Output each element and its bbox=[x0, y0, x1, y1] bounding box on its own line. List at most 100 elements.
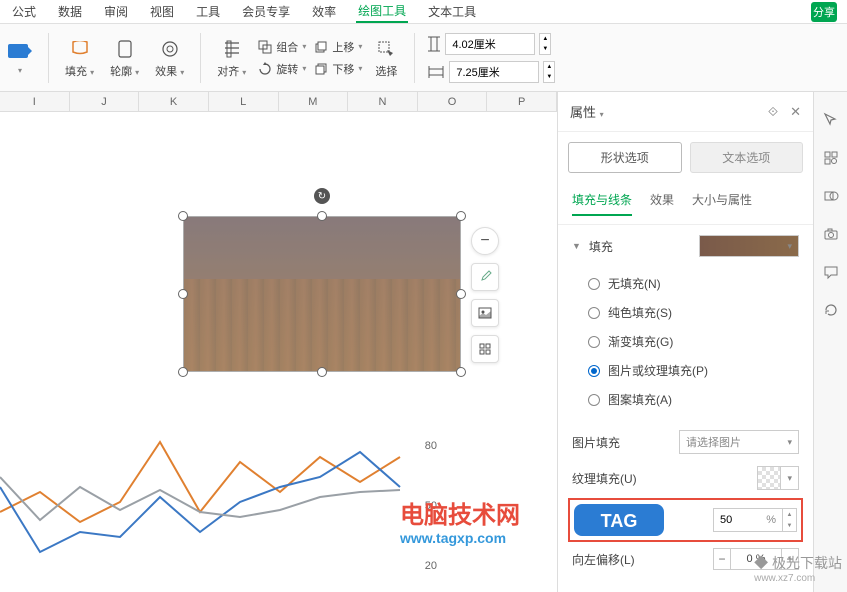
col-header[interactable]: L bbox=[209, 92, 279, 111]
effects-icon bbox=[158, 37, 182, 61]
tab-text-option[interactable]: 文本选项 bbox=[690, 142, 804, 173]
settings-icon[interactable] bbox=[821, 148, 841, 168]
format-button[interactable]: ▾ bbox=[4, 40, 36, 75]
subtab-effects[interactable]: 效果 bbox=[650, 191, 674, 216]
tab-tools[interactable]: 工具 bbox=[194, 1, 222, 22]
fill-button[interactable]: 填充 ▾ bbox=[61, 37, 98, 79]
share-button[interactable]: 分享 bbox=[811, 2, 837, 22]
subtab-size[interactable]: 大小与属性 bbox=[692, 191, 752, 216]
outline-icon bbox=[113, 37, 137, 61]
radio-picture-fill[interactable]: 图片或纹理填充(P) bbox=[588, 356, 799, 385]
selected-shape[interactable]: ↻ bbox=[183, 216, 461, 372]
grid-area[interactable]: ↻ − 80 50 20 bbox=[0, 112, 557, 592]
texture-dropdown[interactable]: ▾ bbox=[780, 466, 799, 490]
width-icon bbox=[427, 65, 445, 79]
eyedropper-button[interactable] bbox=[471, 263, 499, 291]
radio-pattern-fill[interactable]: 图案填充(A) bbox=[588, 385, 799, 414]
tab-view[interactable]: 视图 bbox=[148, 1, 176, 22]
pin-icon[interactable]: ⟐ bbox=[768, 104, 778, 120]
height-input-row: 4.02厘米 ▲▼ bbox=[427, 33, 555, 55]
rotate-handle[interactable]: ↻ bbox=[314, 188, 330, 204]
refresh-icon[interactable] bbox=[821, 300, 841, 320]
resize-handle[interactable] bbox=[178, 367, 188, 377]
stepper-minus[interactable]: − bbox=[713, 548, 731, 570]
rotate-icon bbox=[258, 62, 272, 76]
zoom-out-button[interactable]: − bbox=[471, 227, 499, 255]
col-header[interactable]: P bbox=[487, 92, 557, 111]
top-tabs: 公式 数据 审阅 视图 工具 会员专享 效率 绘图工具 文本工具 分享 bbox=[0, 0, 847, 24]
move-down-button[interactable]: 下移▾ bbox=[314, 61, 362, 77]
resize-handle[interactable] bbox=[178, 211, 188, 221]
width-input-row: 7.25厘米 ▲▼ bbox=[427, 61, 555, 83]
format-icon bbox=[8, 40, 32, 64]
svg-text:TAG: TAG bbox=[601, 511, 638, 531]
height-field[interactable]: 4.02厘米 bbox=[445, 33, 535, 55]
resize-handle[interactable] bbox=[456, 367, 466, 377]
chat-icon[interactable] bbox=[821, 262, 841, 282]
width-field[interactable]: 7.25厘米 bbox=[449, 61, 539, 83]
transparency-input[interactable]: 50% bbox=[713, 508, 783, 532]
radio-gradient-fill[interactable]: 渐变填充(G) bbox=[588, 327, 799, 356]
camera-icon[interactable] bbox=[821, 224, 841, 244]
resize-handle[interactable] bbox=[456, 289, 466, 299]
offset-left-label: 向左偏移(L) bbox=[572, 551, 635, 568]
ribbon: ▾ 填充 ▾ 轮廓 ▾ 效果 ▾ 对齐 ▾ 组合▾ 旋转▾ 上移▾ 下移▾ 选择… bbox=[0, 24, 847, 92]
float-tools: − bbox=[471, 227, 499, 363]
col-header[interactable]: J bbox=[70, 92, 140, 111]
radio-solid-fill[interactable]: 纯色填充(S) bbox=[588, 298, 799, 327]
watermark: ◆ 极光下载站 www.xz7.com bbox=[754, 553, 842, 584]
resize-handle[interactable] bbox=[456, 211, 466, 221]
properties-panel: 属性 ▾ ⟐ ✕ 形状选项 文本选项 填充与线条 效果 大小与属性 ▼ 填充 无… bbox=[557, 92, 813, 592]
chart[interactable]: 80 50 20 bbox=[0, 432, 557, 592]
grid-button[interactable] bbox=[471, 335, 499, 363]
pic-fill-select[interactable]: 请选择图片 bbox=[679, 430, 799, 454]
column-headers: I J K L M N O P bbox=[0, 92, 557, 112]
align-button[interactable]: 对齐 ▾ bbox=[213, 37, 250, 79]
col-header[interactable]: I bbox=[0, 92, 70, 111]
resize-handle[interactable] bbox=[317, 367, 327, 377]
move-up-icon bbox=[314, 40, 328, 54]
col-header[interactable]: O bbox=[418, 92, 488, 111]
height-spinner[interactable]: ▲▼ bbox=[539, 33, 551, 55]
texture-swatch[interactable] bbox=[757, 466, 781, 490]
tab-formula[interactable]: 公式 bbox=[10, 1, 38, 22]
cursor-icon[interactable] bbox=[821, 110, 841, 130]
group-icon bbox=[258, 40, 272, 54]
tab-efficiency[interactable]: 效率 bbox=[310, 1, 338, 22]
fill-label: 填充 bbox=[589, 238, 613, 255]
chart-lines bbox=[0, 432, 430, 592]
picture-button[interactable] bbox=[471, 299, 499, 327]
group-button[interactable]: 组合▾ bbox=[258, 39, 306, 55]
select-button[interactable]: 选择 bbox=[370, 37, 402, 79]
rotate-button[interactable]: 旋转▾ bbox=[258, 61, 306, 77]
tab-drawing-tools[interactable]: 绘图工具 bbox=[356, 0, 408, 23]
pic-fill-label: 图片填充 bbox=[572, 434, 652, 451]
move-down-icon bbox=[314, 62, 328, 76]
col-header[interactable]: K bbox=[139, 92, 209, 111]
shape-icon[interactable] bbox=[821, 186, 841, 206]
tab-data[interactable]: 数据 bbox=[56, 1, 84, 22]
col-header[interactable]: N bbox=[348, 92, 418, 111]
align-icon bbox=[220, 37, 244, 61]
height-icon bbox=[427, 35, 441, 53]
close-icon[interactable]: ✕ bbox=[790, 104, 801, 120]
outline-button[interactable]: 轮廓 ▾ bbox=[106, 37, 143, 79]
transparency-spinner[interactable]: ▲▼ bbox=[783, 508, 797, 532]
tab-member[interactable]: 会员专享 bbox=[240, 1, 292, 22]
radio-no-fill[interactable]: 无填充(N) bbox=[588, 269, 799, 298]
collapse-arrow-icon[interactable]: ▼ bbox=[572, 241, 581, 251]
texture-label: 纹理填充(U) bbox=[572, 470, 652, 487]
tab-text-tools[interactable]: 文本工具 bbox=[426, 1, 478, 22]
panel-title: 属性 ▾ bbox=[570, 102, 604, 121]
resize-handle[interactable] bbox=[317, 211, 327, 221]
spreadsheet: I J K L M N O P ↻ − bbox=[0, 92, 557, 592]
move-up-button[interactable]: 上移▾ bbox=[314, 39, 362, 55]
width-spinner[interactable]: ▲▼ bbox=[543, 61, 555, 83]
tab-review[interactable]: 审阅 bbox=[102, 1, 130, 22]
col-header[interactable]: M bbox=[279, 92, 349, 111]
tab-shape-option[interactable]: 形状选项 bbox=[568, 142, 682, 173]
subtab-fill-line[interactable]: 填充与线条 bbox=[572, 191, 632, 216]
resize-handle[interactable] bbox=[178, 289, 188, 299]
effects-button[interactable]: 效果 ▾ bbox=[151, 37, 188, 79]
fill-swatch-dropdown[interactable] bbox=[699, 235, 799, 257]
